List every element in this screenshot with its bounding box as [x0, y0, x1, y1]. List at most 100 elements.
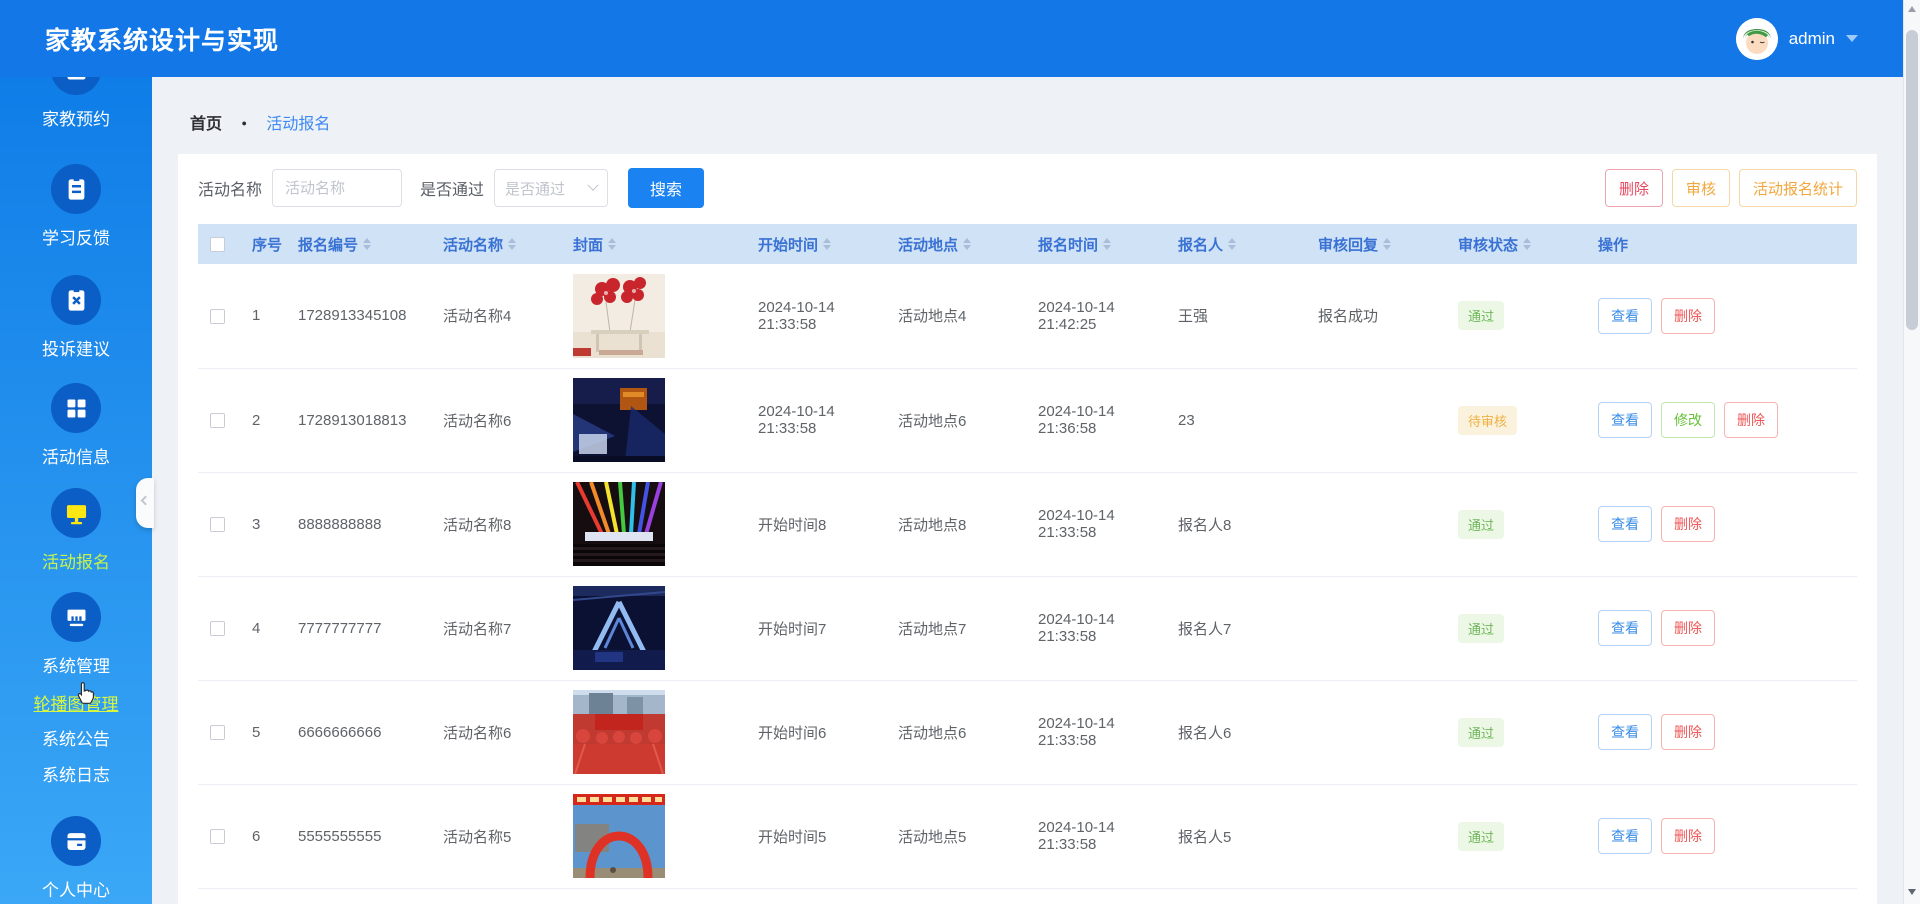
cover-image [573, 690, 665, 774]
view-button[interactable]: 查看 [1598, 402, 1652, 438]
cell-cover [561, 680, 746, 785]
delete-button[interactable]: 删除 [1661, 297, 1715, 334]
cell-reply [1306, 784, 1446, 889]
chevron-down-icon [587, 179, 599, 191]
grid-icon [51, 383, 101, 433]
sidebar-item-label: 系统管理 [42, 657, 110, 676]
sort-asc-icon [1523, 238, 1532, 243]
sidebar-item-complaint-suggestion[interactable]: 投诉建议 [42, 275, 110, 360]
cell-start-time: 2024-10-14 21:33:58 [746, 264, 886, 369]
cell-index: 1 [240, 264, 286, 369]
sort-icon[interactable] [508, 238, 517, 250]
activity-name-input[interactable] [272, 169, 403, 207]
delete-button[interactable]: 删除 [1661, 506, 1715, 542]
sidebar-item-system-notice[interactable]: 系统公告 [42, 730, 110, 750]
cell-signup-time: 2024-10-14 21:33:58 [1026, 784, 1166, 889]
main-content: 首页 ● 活动报名 活动名称 是否通过 是否通过 搜索 删除 审核 活动报名统计… [152, 77, 1903, 904]
delete-button[interactable]: 删除 [1661, 610, 1715, 646]
sidebar-item-system-log[interactable]: 系统日志 [42, 766, 110, 786]
cover-image [573, 273, 665, 358]
stats-button[interactable]: 活动报名统计 [1738, 169, 1857, 207]
pass-label: 是否通过 [420, 182, 485, 199]
user-menu[interactable]: admin [1735, 0, 1858, 77]
view-button[interactable]: 查看 [1598, 714, 1652, 750]
cell-status: 通过 [1446, 264, 1586, 369]
breadcrumb-current[interactable]: 活动报名 [266, 116, 330, 133]
column-label: 报名编号 [298, 236, 359, 254]
sidebar-item-label: 活动信息 [42, 448, 110, 467]
view-button[interactable]: 查看 [1598, 297, 1652, 334]
table-row: 2 1728913018813 活动名称6 2024-10-14 21:33:58 活动… [198, 368, 1857, 473]
sidebar-collapse-handle[interactable] [136, 478, 154, 528]
cell-actions: 查看 删除 [1586, 784, 1857, 889]
cell-cover [561, 472, 746, 577]
cell-status: 通过 [1446, 680, 1586, 785]
app-window: 家教系统设计与实现 admin 家教预约 学习反馈 投诉建议 活动信息 活动报名 系统管理… [0, 0, 1920, 904]
view-button[interactable]: 查看 [1598, 818, 1652, 854]
cell-code: 8888888888 [286, 472, 431, 577]
row-checkbox[interactable] [210, 829, 225, 845]
table-header-row: 序号 报名编号 活动名称 封面 开始时间 活动地点 报名时间 报名人 审核回复 审核状态 操作 [198, 224, 1857, 264]
row-checkbox[interactable] [210, 413, 225, 429]
row-checkbox[interactable] [210, 308, 225, 324]
sort-asc-icon [1383, 238, 1392, 243]
sort-icon[interactable] [1523, 238, 1532, 250]
content-card: 活动名称 是否通过 是否通过 搜索 删除 审核 活动报名统计 序号报名编号活动名… [178, 154, 1877, 904]
status-badge: 通过 [1458, 301, 1505, 331]
cell-name: 活动名称8 [431, 472, 561, 577]
sidebar-item-system-manage[interactable]: 系统管理 [42, 592, 110, 677]
sort-icon[interactable] [608, 238, 617, 250]
complaint-icon [51, 275, 101, 325]
cell-actions: 查看 删除 [1586, 264, 1857, 369]
sidebar-item-label: 家教预约 [42, 110, 110, 129]
cell-start-time: 开始时间8 [746, 472, 886, 577]
breadcrumb-home[interactable]: 首页 [190, 116, 222, 133]
row-checkbox[interactable] [210, 621, 225, 637]
scrollbar[interactable] [1903, 0, 1920, 904]
cell-person: 报名人5 [1166, 784, 1306, 889]
view-button[interactable]: 查看 [1598, 506, 1652, 542]
cell-person: 报名人6 [1166, 680, 1306, 785]
pass-select[interactable]: 是否通过 [494, 169, 609, 207]
sort-icon[interactable] [363, 238, 372, 250]
scrollbar-thumb[interactable] [1906, 30, 1918, 330]
table-row: 6 5555555555 活动名称5 开始时间5 活动地点5 2024-10-14 21:… [198, 784, 1857, 889]
cell-actions: 查看 删除 [1586, 680, 1857, 785]
cell-place: 活动地点4 [886, 264, 1026, 369]
sidebar: 家教预约 学习反馈 投诉建议 活动信息 活动报名 系统管理 轮播图管理 系统公告 系统日志 个人中… [0, 77, 152, 904]
select-all-checkbox[interactable] [210, 237, 225, 253]
sidebar-item-activity-signup[interactable]: 活动报名 [42, 488, 110, 573]
column-header: 报名人 [1166, 224, 1306, 264]
cover-image [573, 586, 665, 670]
delete-button[interactable]: 删除 [1724, 402, 1778, 438]
edit-button[interactable]: 修改 [1661, 402, 1715, 438]
sort-icon[interactable] [963, 238, 972, 250]
table-row: 5 6666666666 活动名称6 开始时间6 活动地点6 2024-10-14 21:… [198, 680, 1857, 785]
row-checkbox[interactable] [210, 725, 225, 741]
booking-icon [51, 77, 101, 95]
delete-button[interactable]: 删除 [1661, 818, 1715, 854]
app-title: 家教系统设计与实现 [45, 26, 280, 55]
sort-icon[interactable] [823, 238, 832, 250]
sidebar-item-activity-info[interactable]: 活动信息 [42, 383, 110, 468]
sidebar-item-personal-center[interactable]: 个人中心 [42, 816, 110, 901]
delete-button[interactable]: 删除 [1604, 169, 1663, 207]
column-header: 序号 [240, 224, 286, 264]
scroll-down-icon[interactable] [1908, 889, 1916, 895]
delete-button[interactable]: 删除 [1661, 714, 1715, 750]
row-checkbox[interactable] [210, 517, 225, 533]
search-button[interactable]: 搜索 [628, 168, 705, 208]
sidebar-item-tutor-booking[interactable]: 家教预约 [42, 77, 110, 130]
sort-icon[interactable] [1103, 238, 1112, 250]
sort-icon[interactable] [1228, 238, 1237, 250]
audit-button[interactable]: 审核 [1671, 169, 1730, 207]
sidebar-item-study-feedback[interactable]: 学习反馈 [42, 164, 110, 249]
view-button[interactable]: 查看 [1598, 610, 1652, 646]
sort-icon[interactable] [1383, 238, 1392, 250]
sidebar-menu: 家教预约 学习反馈 投诉建议 活动信息 活动报名 系统管理 轮播图管理 系统公告 系统日志 个人中… [0, 77, 152, 901]
column-label: 审核状态 [1458, 236, 1519, 254]
scroll-up-icon[interactable] [1908, 6, 1916, 12]
cell-place: 活动地点8 [886, 472, 1026, 577]
column-header [198, 224, 240, 264]
top-header: 家教系统设计与实现 admin [0, 0, 1920, 77]
